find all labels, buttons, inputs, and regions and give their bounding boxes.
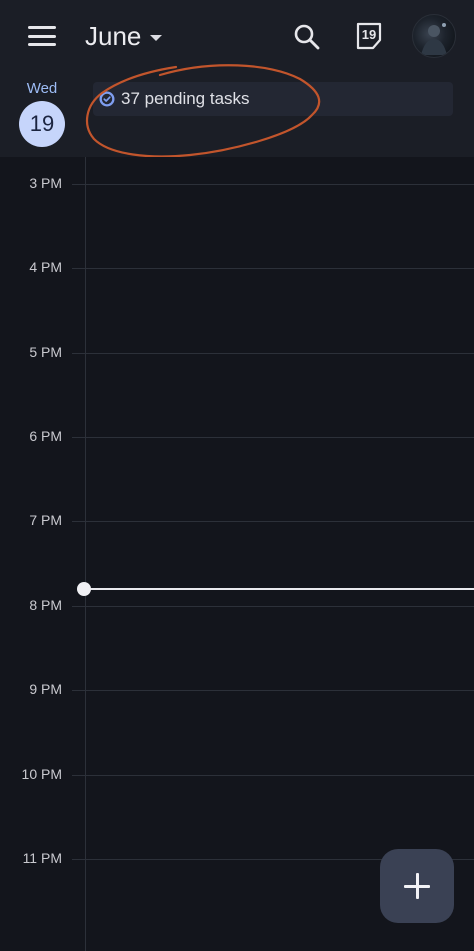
day-timeline[interactable] bbox=[0, 157, 474, 951]
month-selector[interactable]: June bbox=[85, 21, 163, 52]
day-header: Wed 19 37 pending tasks bbox=[0, 72, 474, 157]
hour-gridline bbox=[72, 184, 474, 185]
create-event-button[interactable] bbox=[380, 849, 454, 923]
hour-row: 10 PM bbox=[0, 766, 474, 782]
today-date-label: 19 bbox=[361, 27, 377, 42]
hour-label: 11 PM bbox=[22, 850, 62, 866]
hour-label: 9 PM bbox=[29, 681, 62, 697]
weekday-label: Wed bbox=[26, 80, 58, 97]
profile-avatar[interactable] bbox=[412, 14, 456, 58]
current-time-dot bbox=[77, 582, 91, 596]
hour-label: 7 PM bbox=[29, 512, 62, 528]
hour-row: 5 PM bbox=[0, 344, 474, 360]
hour-gridline bbox=[72, 437, 474, 438]
hour-row: 3 PM bbox=[0, 175, 474, 191]
hour-row: 7 PM bbox=[0, 512, 474, 528]
hour-row: 4 PM bbox=[0, 259, 474, 275]
hour-gridline bbox=[72, 690, 474, 691]
timeline-divider bbox=[85, 157, 86, 951]
hour-gridline bbox=[72, 268, 474, 269]
current-time-indicator bbox=[84, 588, 474, 590]
hour-gridline bbox=[72, 606, 474, 607]
month-label: June bbox=[85, 21, 142, 51]
hamburger-menu-icon[interactable] bbox=[26, 22, 58, 50]
pending-tasks-label: 37 pending tasks bbox=[121, 89, 250, 108]
date-circle[interactable]: 19 bbox=[19, 101, 65, 147]
top-app-bar: June 19 bbox=[0, 0, 474, 72]
hour-label: 10 PM bbox=[21, 766, 62, 782]
hour-gridline bbox=[72, 775, 474, 776]
hour-gridline bbox=[72, 353, 474, 354]
plus-icon bbox=[404, 873, 430, 899]
calendar-app: June 19 Wed 19 37 pending tasks 3 PM 4 P… bbox=[0, 0, 474, 951]
hour-label: 3 PM bbox=[29, 175, 62, 191]
hour-label: 5 PM bbox=[29, 344, 62, 360]
hour-row: 9 PM bbox=[0, 681, 474, 697]
hour-gridline bbox=[72, 521, 474, 522]
search-icon[interactable] bbox=[292, 22, 322, 52]
jump-to-today-button[interactable]: 19 bbox=[355, 22, 383, 50]
hour-label: 8 PM bbox=[29, 597, 62, 613]
dropdown-caret-icon bbox=[150, 35, 163, 41]
hour-label: 6 PM bbox=[29, 428, 62, 444]
pending-tasks-chip[interactable]: 37 pending tasks bbox=[93, 82, 453, 116]
hour-label: 4 PM bbox=[29, 259, 62, 275]
hour-row: 8 PM bbox=[0, 597, 474, 613]
hour-row: 6 PM bbox=[0, 428, 474, 444]
task-check-icon bbox=[99, 91, 115, 107]
